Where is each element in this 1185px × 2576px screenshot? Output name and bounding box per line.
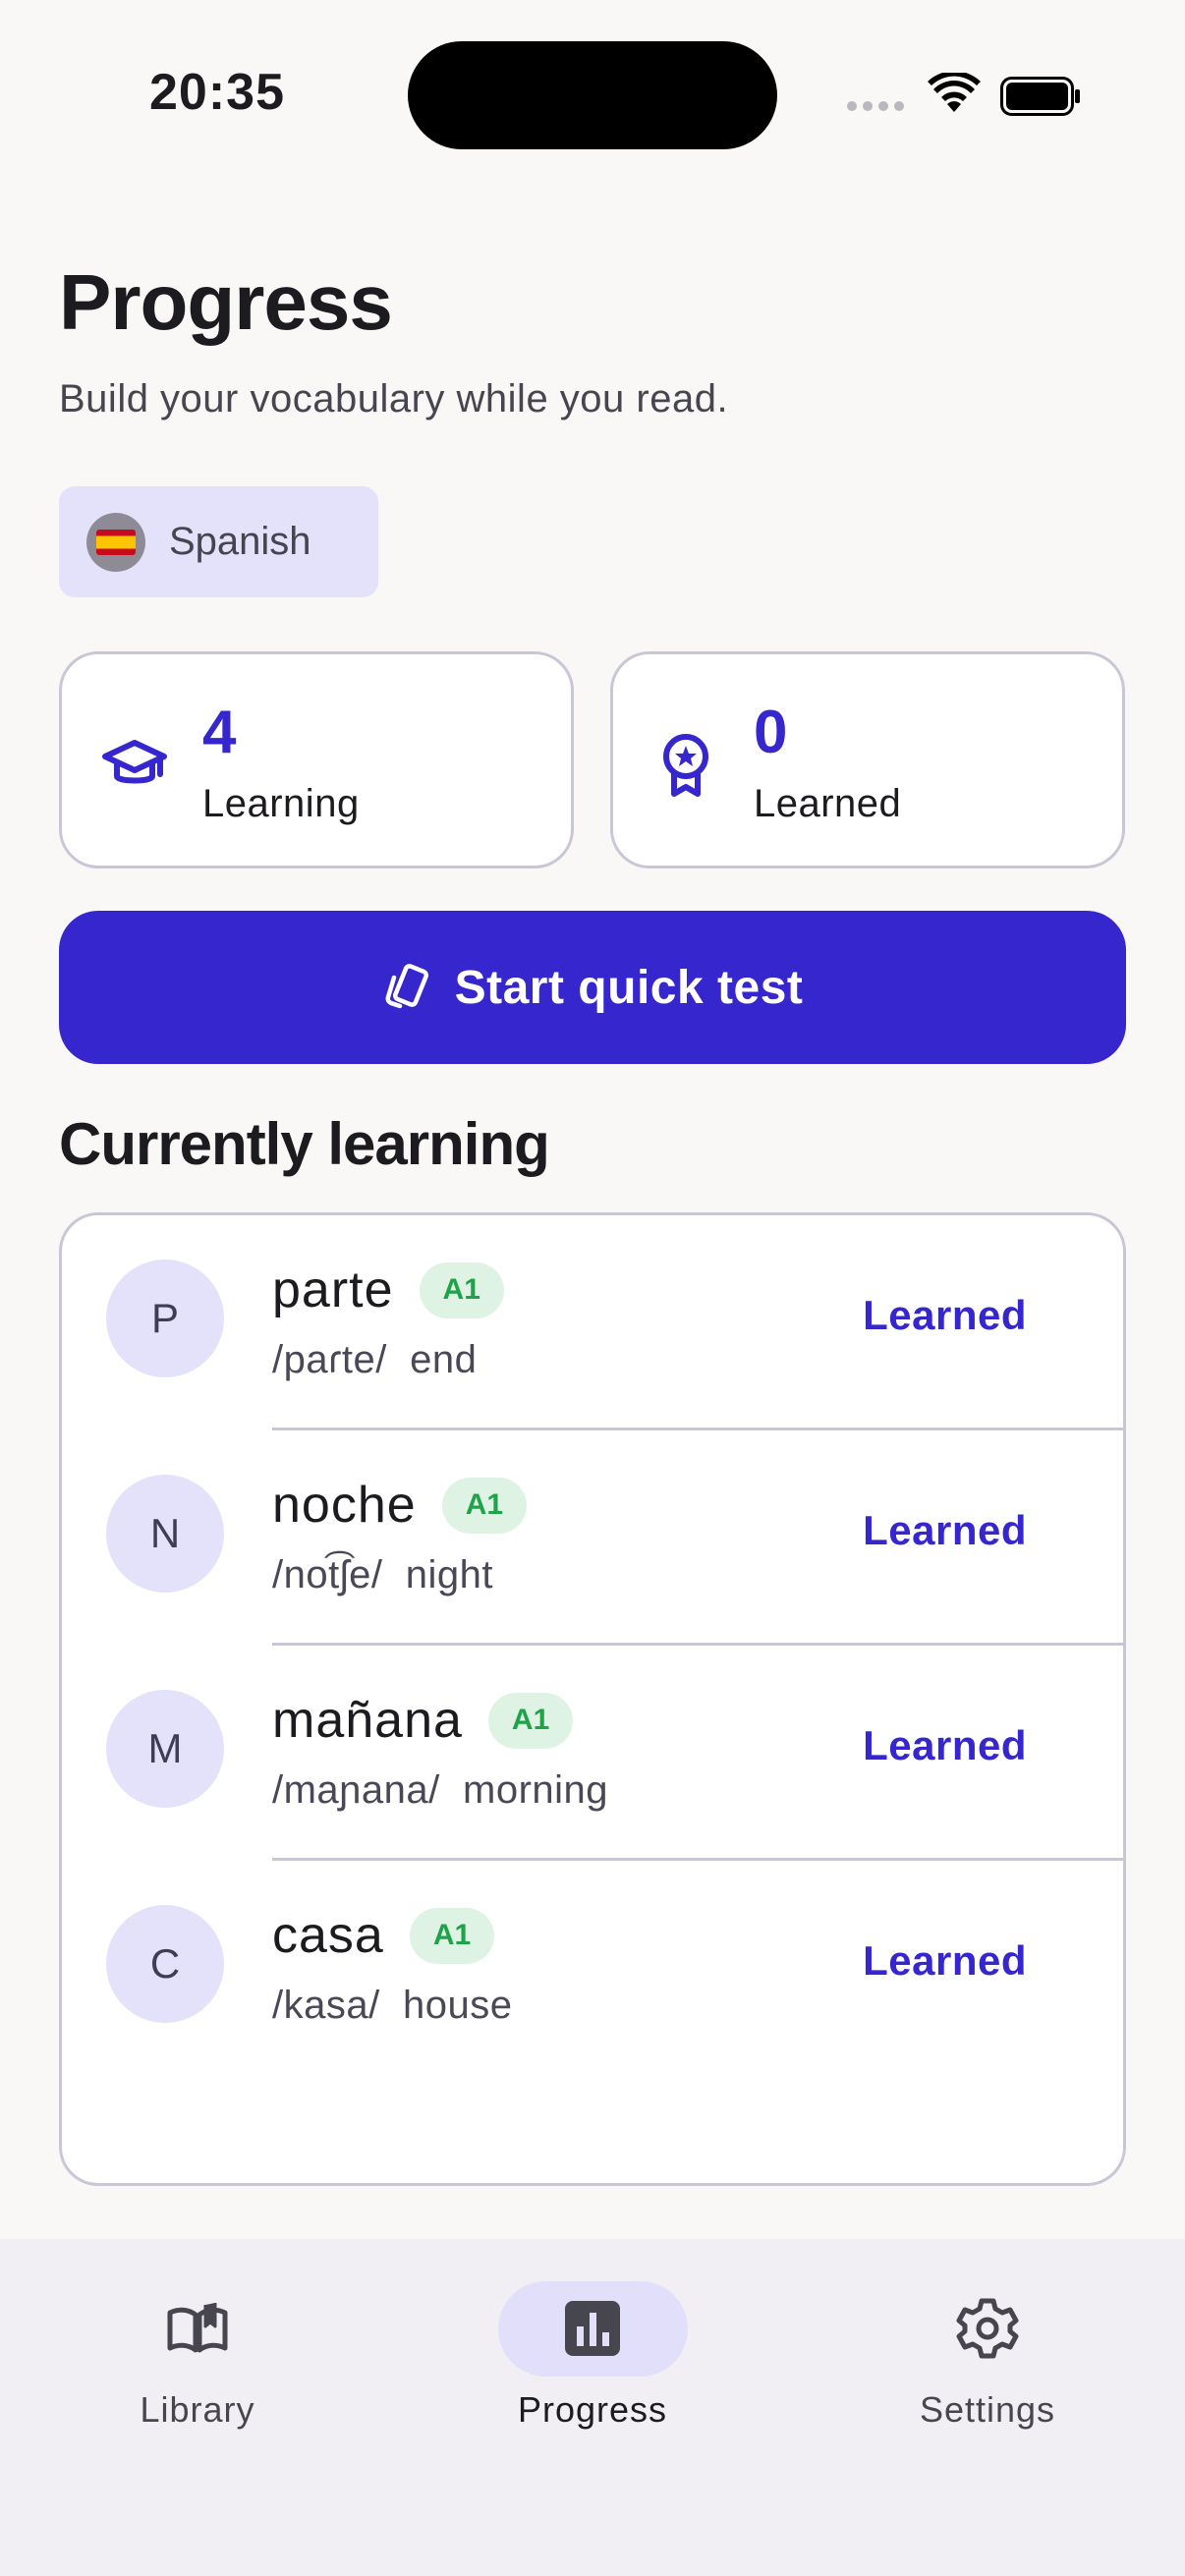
level-badge: A1 [409, 1907, 495, 1964]
bottom-navigation: Library Progress Settings [0, 2239, 1185, 2576]
gear-icon [956, 2298, 1019, 2359]
section-title: Currently learning [59, 1111, 550, 1177]
language-chip[interactable]: Spanish [59, 486, 378, 597]
award-badge-icon [663, 734, 708, 797]
nav-settings[interactable]: Settings [790, 2239, 1185, 2436]
list-item[interactable]: N noche A1 /not͡ʃe/ night Learned [62, 1430, 1123, 1646]
list-item[interactable]: C casa A1 /kasa/ house Learned [62, 1861, 1123, 2076]
word-details: /paɾte/ end [272, 1338, 477, 1382]
level-badge: A1 [419, 1261, 504, 1318]
battery-icon [1000, 77, 1080, 116]
word-avatar: M [106, 1690, 224, 1808]
word-text: parte [272, 1261, 394, 1318]
open-book-icon [167, 2303, 228, 2353]
word-list: P parte A1 /paɾte/ end Learned N noche A… [59, 1212, 1126, 2186]
word-avatar: C [106, 1905, 224, 2023]
graduation-cap-icon [102, 740, 167, 784]
nav-progress[interactable]: Progress [395, 2239, 790, 2436]
word-details: /kasa/ house [272, 1984, 512, 2028]
mark-learned-button[interactable]: Learned [863, 1722, 1027, 1769]
bar-chart-icon [565, 2301, 620, 2356]
page-title: Progress [59, 258, 393, 346]
cellular-signal-icon [847, 101, 904, 111]
learned-count: 0 [754, 699, 788, 766]
word-avatar: N [106, 1475, 224, 1593]
nav-library[interactable]: Library [0, 2239, 395, 2436]
page-subtitle: Build your vocabulary while you read. [59, 377, 729, 420]
start-quick-test-button[interactable]: Start quick test [59, 911, 1126, 1064]
word-text: noche [272, 1477, 417, 1534]
list-item[interactable]: M mañana A1 /maɲana/ morning Learned [62, 1646, 1123, 1861]
dynamic-island [408, 41, 777, 149]
word-text: casa [272, 1907, 384, 1964]
language-label: Spanish [169, 520, 311, 563]
pronunciation: /paɾte/ [272, 1338, 387, 1381]
quick-test-label: Start quick test [454, 961, 804, 1014]
learning-label: Learning [202, 782, 360, 825]
level-badge: A1 [487, 1692, 574, 1749]
pronunciation: /kasa/ [272, 1984, 380, 2027]
learning-count: 4 [202, 699, 237, 766]
status-time: 20:35 [149, 64, 285, 121]
pronunciation: /maɲana/ [272, 1768, 440, 1812]
nav-settings-label: Settings [919, 2389, 1056, 2430]
word-avatar: P [106, 1260, 224, 1377]
word-details: /maɲana/ morning [272, 1768, 608, 1813]
learned-stat-card: 0 Learned [610, 651, 1125, 868]
spain-flag-icon [86, 512, 145, 572]
list-item[interactable]: P parte A1 /paɾte/ end Learned [62, 1215, 1123, 1430]
translation: morning [463, 1768, 609, 1812]
translation: house [402, 1984, 513, 2027]
word-text: mañana [272, 1692, 463, 1749]
flashcards-icon [385, 964, 428, 1009]
pronunciation: /not͡ʃe/ [272, 1553, 383, 1596]
mark-learned-button[interactable]: Learned [863, 1507, 1027, 1554]
learning-stat-card: 4 Learning [59, 651, 574, 868]
level-badge: A1 [441, 1477, 528, 1534]
progress-screen: 20:35 Progress Build your vocabulary whi… [0, 0, 1185, 2576]
word-details: /not͡ʃe/ night [272, 1553, 493, 1597]
learned-label: Learned [754, 782, 902, 825]
nav-progress-label: Progress [517, 2389, 668, 2430]
wifi-icon [928, 73, 981, 112]
mark-learned-button[interactable]: Learned [863, 1292, 1027, 1339]
mark-learned-button[interactable]: Learned [863, 1937, 1027, 1985]
nav-library-label: Library [140, 2389, 255, 2430]
translation: night [405, 1553, 493, 1596]
translation: end [410, 1338, 478, 1381]
